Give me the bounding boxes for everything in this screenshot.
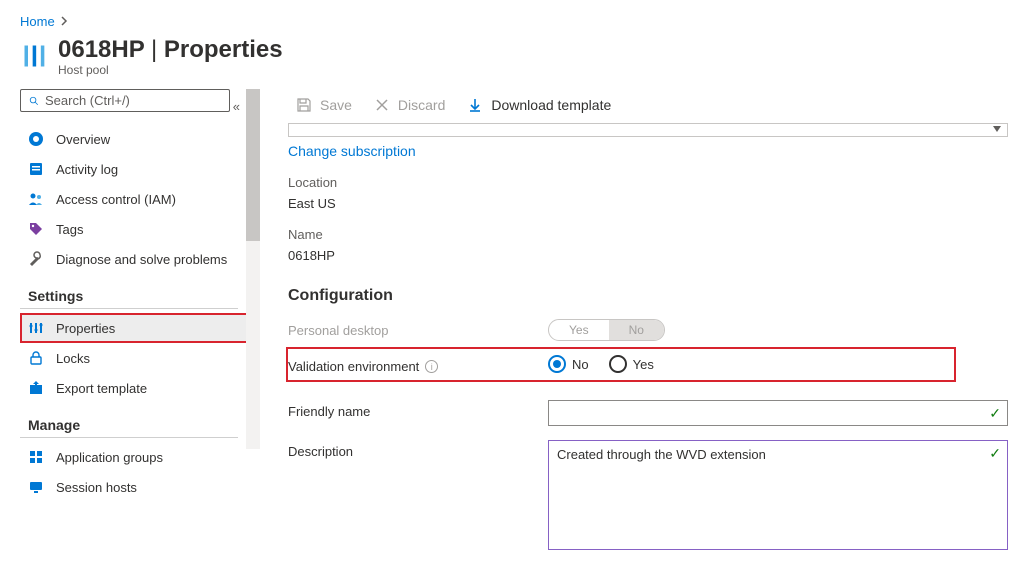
personal-desktop-yes: Yes <box>549 320 609 340</box>
validation-env-label-text: Validation environment <box>288 359 419 374</box>
export-icon <box>28 380 44 396</box>
sliders-icon <box>28 320 44 336</box>
personal-desktop-label: Personal desktop <box>288 319 548 338</box>
sidebar-group-manage: Manage <box>20 403 238 438</box>
radio-icon <box>609 355 627 373</box>
description-textarea[interactable]: Created through the WVD extension ✓ <box>548 440 1008 550</box>
page-title: 0618HP | Properties <box>58 37 283 63</box>
grid-icon <box>28 449 44 465</box>
validation-env-yes-radio[interactable]: Yes <box>609 355 654 373</box>
sidebar: « Overview Activity log Access control (… <box>0 89 252 570</box>
people-icon <box>28 191 44 207</box>
close-icon <box>374 97 390 113</box>
download-template-label: Download template <box>491 97 611 113</box>
lock-icon <box>28 350 44 366</box>
check-icon: ✓ <box>989 405 1001 422</box>
tag-icon <box>28 221 44 237</box>
radio-label: Yes <box>633 357 654 372</box>
main-content: Save Discard Download template Change su… <box>252 89 1024 570</box>
save-button[interactable]: Save <box>296 97 352 113</box>
sidebar-search[interactable] <box>20 89 230 112</box>
sidebar-item-locks[interactable]: Locks <box>20 343 248 373</box>
sidebar-search-input[interactable] <box>45 93 221 108</box>
section-name: Properties <box>164 36 283 63</box>
sidebar-group-settings: Settings <box>20 274 238 309</box>
title-separator: | <box>151 36 164 63</box>
sidebar-item-label: Application groups <box>56 450 163 465</box>
location-label: Location <box>288 175 1016 190</box>
sidebar-item-label: Locks <box>56 351 90 366</box>
wrench-icon <box>28 251 44 267</box>
sidebar-item-label: Properties <box>56 321 115 336</box>
breadcrumb: Home <box>0 0 1024 35</box>
sidebar-item-properties[interactable]: Properties <box>20 313 248 343</box>
description-label: Description <box>288 440 548 459</box>
personal-desktop-toggle: Yes No <box>548 319 665 341</box>
scrollbar-thumb[interactable] <box>246 89 260 241</box>
overview-icon <box>28 131 44 147</box>
toolbar: Save Discard Download template <box>252 89 1024 123</box>
page-header: 0618HP | Properties Host pool <box>0 35 1024 89</box>
discard-button[interactable]: Discard <box>374 97 445 113</box>
name-label: Name <box>288 227 1016 242</box>
validation-env-label: Validation environment i <box>288 355 548 374</box>
location-value: East US <box>288 196 1016 211</box>
radio-label: No <box>572 357 589 372</box>
name-value: 0618HP <box>288 248 1016 263</box>
sidebar-item-tags[interactable]: Tags <box>20 214 248 244</box>
save-icon <box>296 97 312 113</box>
download-icon <box>467 97 483 113</box>
breadcrumb-home[interactable]: Home <box>20 14 55 29</box>
sidebar-item-label: Access control (IAM) <box>56 192 176 207</box>
host-pool-icon <box>20 41 50 71</box>
personal-desktop-no: No <box>609 320 664 340</box>
description-value: Created through the WVD extension <box>557 447 766 462</box>
sidebar-item-diagnose[interactable]: Diagnose and solve problems <box>20 244 248 274</box>
sidebar-item-export-template[interactable]: Export template <box>20 373 248 403</box>
download-template-button[interactable]: Download template <box>467 97 611 113</box>
discard-label: Discard <box>398 97 445 113</box>
monitor-icon <box>28 479 44 495</box>
sidebar-item-label: Session hosts <box>56 480 137 495</box>
sidebar-item-label: Export template <box>56 381 147 396</box>
sidebar-item-label: Diagnose and solve problems <box>56 252 227 267</box>
resource-name: 0618HP <box>58 36 144 63</box>
configuration-header: Configuration <box>288 287 1016 305</box>
sidebar-item-label: Activity log <box>56 162 118 177</box>
sidebar-item-activity-log[interactable]: Activity log <box>20 154 248 184</box>
check-icon: ✓ <box>989 445 1001 462</box>
sidebar-item-access-control[interactable]: Access control (IAM) <box>20 184 248 214</box>
activity-log-icon <box>28 161 44 177</box>
sidebar-item-application-groups[interactable]: Application groups <box>20 442 248 472</box>
validation-env-no-radio[interactable]: No <box>548 355 589 373</box>
collapse-sidebar-button[interactable]: « <box>233 99 240 114</box>
friendly-name-label: Friendly name <box>288 400 548 419</box>
change-subscription-link[interactable]: Change subscription <box>288 143 416 159</box>
resource-type: Host pool <box>58 63 283 77</box>
sidebar-item-label: Tags <box>56 222 83 237</box>
sidebar-item-label: Overview <box>56 132 110 147</box>
chevron-right-icon <box>60 14 70 29</box>
save-label: Save <box>320 97 352 113</box>
sidebar-item-session-hosts[interactable]: Session hosts <box>20 472 248 502</box>
subscription-dropdown[interactable] <box>288 123 1008 137</box>
radio-icon <box>548 355 566 373</box>
friendly-name-input[interactable]: ✓ <box>548 400 1008 426</box>
sidebar-item-overview[interactable]: Overview <box>20 124 248 154</box>
search-icon <box>29 94 39 108</box>
info-icon[interactable]: i <box>425 360 438 373</box>
